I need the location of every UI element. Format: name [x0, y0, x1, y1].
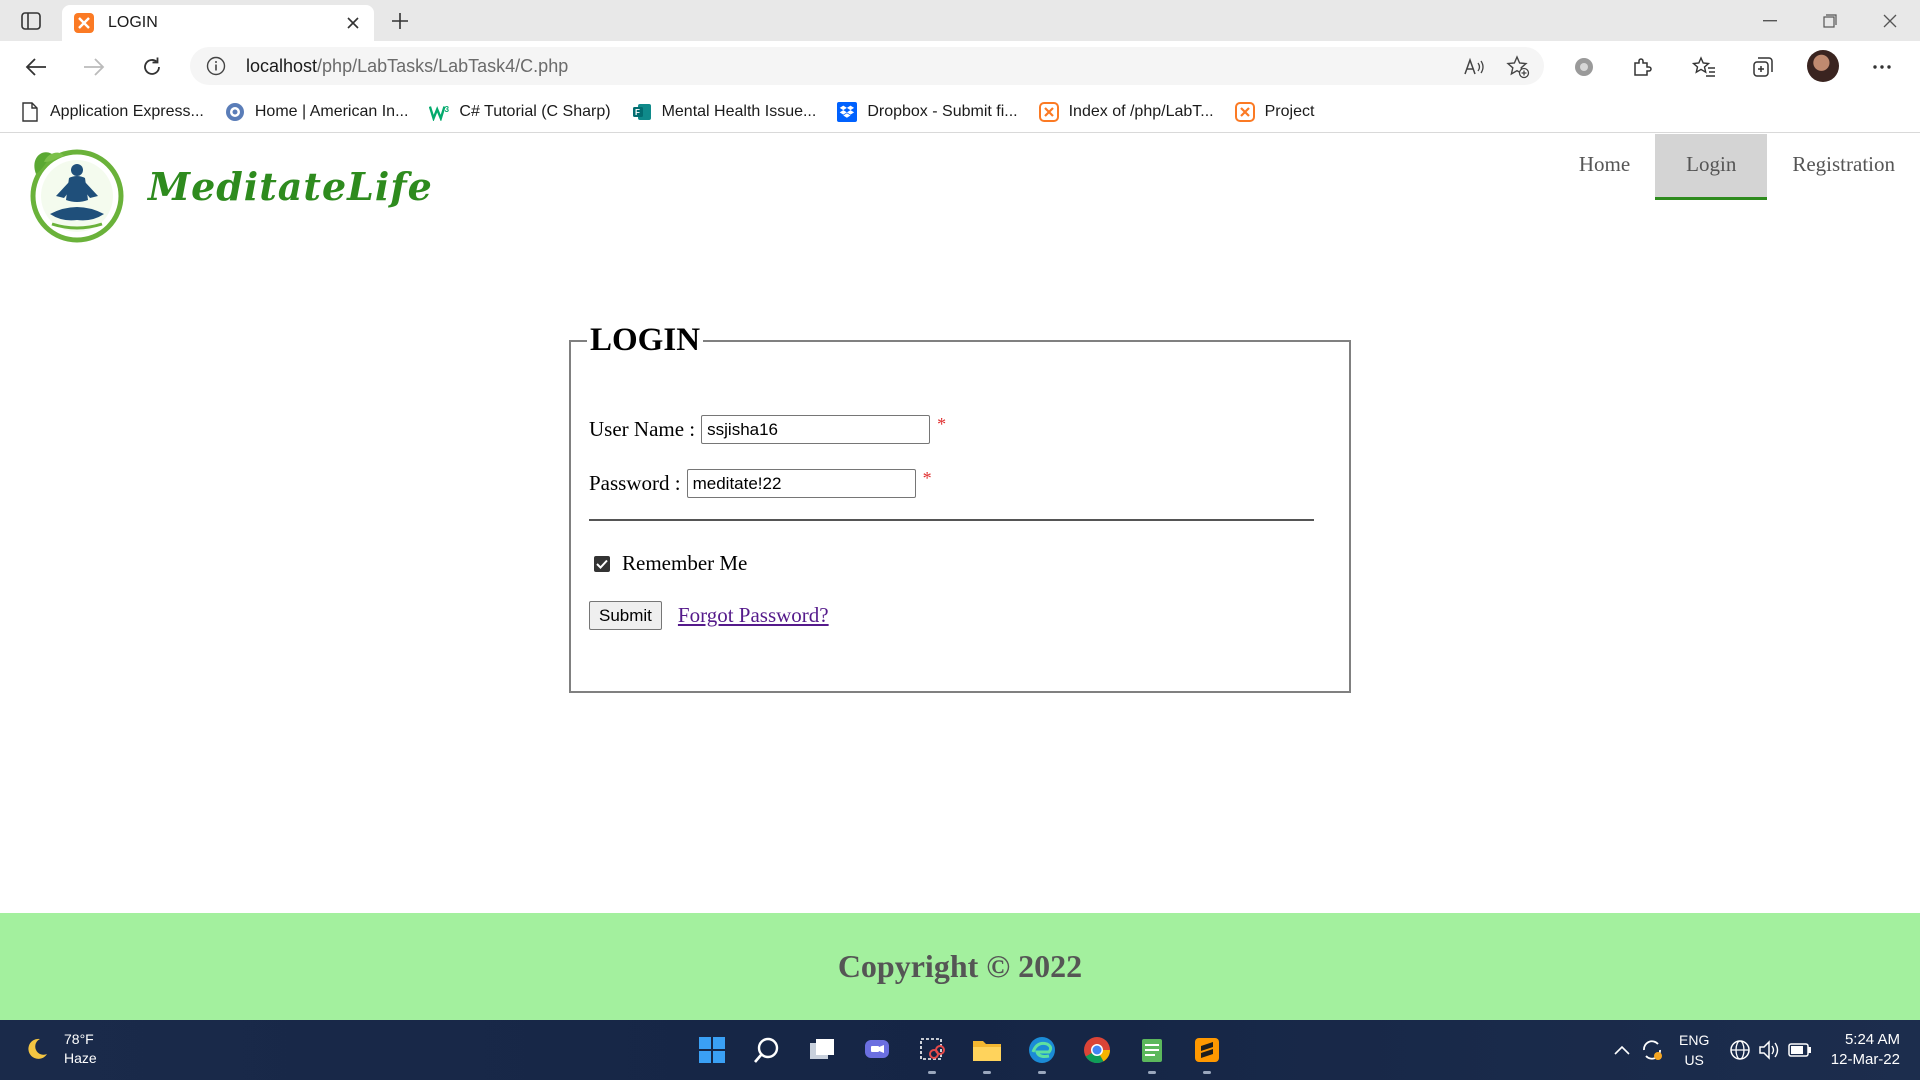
refresh-icon[interactable] [138, 53, 166, 81]
actions-row: Submit Forgot Password? [589, 601, 829, 630]
forward-icon[interactable] [80, 53, 108, 81]
remember-checkbox[interactable] [594, 555, 610, 572]
forms-icon: F [632, 102, 652, 122]
edge-icon[interactable] [1026, 1034, 1058, 1074]
chrome-icon[interactable] [1081, 1034, 1113, 1066]
site-info-icon[interactable] [206, 56, 226, 76]
url-text[interactable]: localhost/php/LabTasks/LabTask4/C.php [246, 56, 568, 77]
nav-registration[interactable]: Registration [1767, 134, 1920, 200]
bookmarks-bar: Application Express... Home | American I… [0, 91, 1920, 133]
task-view-icon[interactable] [806, 1034, 838, 1066]
weather-widget[interactable]: 78°F Haze [24, 1030, 97, 1068]
password-row: Password : * [589, 468, 932, 498]
remember-label: Remember Me [622, 551, 748, 575]
moon-icon [28, 1038, 47, 1059]
password-label: Password : [589, 471, 681, 495]
checkmark-icon [596, 559, 608, 569]
battery-icon[interactable] [1784, 1034, 1816, 1066]
new-tab-icon[interactable] [386, 9, 414, 33]
close-tab-icon[interactable] [344, 14, 362, 32]
remember-row: Remember Me [589, 551, 747, 576]
browser-tab-active[interactable]: LOGIN [62, 5, 374, 41]
bookmark-item[interactable]: Home | American In... [225, 102, 408, 122]
back-icon[interactable] [22, 53, 50, 81]
tracking-prevention-icon[interactable] [1570, 53, 1598, 81]
show-hidden-icons-icon[interactable] [1606, 1034, 1638, 1066]
bookmark-item[interactable]: Application Express... [20, 101, 204, 122]
notepad-icon[interactable] [1136, 1034, 1168, 1074]
sync-icon[interactable] [1636, 1034, 1668, 1066]
submit-button[interactable]: Submit [589, 601, 662, 630]
page-icon [20, 101, 40, 122]
volume-icon[interactable] [1754, 1034, 1786, 1066]
brand-name: MeditateLife [148, 164, 433, 209]
add-favorite-icon[interactable] [1506, 55, 1530, 79]
weather-desc: Haze [64, 1050, 97, 1066]
extensions-icon[interactable] [1628, 53, 1656, 81]
weather-temp: 78°F [64, 1031, 94, 1047]
nav-login[interactable]: Login [1655, 134, 1768, 200]
bookmark-item[interactable]: Index of /php/LabT... [1038, 101, 1214, 122]
required-marker: * [922, 468, 932, 488]
file-explorer-icon[interactable] [971, 1034, 1003, 1074]
start-icon[interactable] [696, 1034, 728, 1066]
tab-title: LOGIN [108, 14, 158, 31]
sublime-text-icon[interactable] [1191, 1034, 1223, 1074]
bookmark-item[interactable]: F Mental Health Issue... [632, 102, 816, 122]
search-icon[interactable] [751, 1034, 783, 1066]
clock-date: 12-Mar-22 [1830, 1051, 1900, 1068]
bookmark-item[interactable]: Dropbox - Submit fi... [837, 101, 1018, 122]
snipping-tool-icon[interactable] [916, 1034, 948, 1074]
copyright-text: Copyright © 2022 [837, 948, 1083, 984]
page-footer: Copyright © 2022 [0, 913, 1920, 1020]
language-indicator[interactable]: ENG US [1679, 1030, 1709, 1070]
web-page: MeditateLife Home Login Registration LOG… [0, 134, 1920, 1020]
minimize-icon[interactable] [1740, 0, 1800, 41]
username-label: User Name : [589, 417, 696, 441]
xampp-icon [74, 13, 94, 33]
collections-icon[interactable] [1749, 53, 1777, 81]
bookmark-item[interactable]: 3 C# Tutorial (C Sharp) [429, 102, 611, 122]
password-input[interactable] [686, 469, 916, 498]
browser-tab-strip: LOGIN [0, 0, 1920, 41]
w3schools-icon: 3 [429, 102, 449, 122]
divider [589, 519, 1314, 521]
address-bar-row: localhost/php/LabTasks/LabTask4/C.php [0, 41, 1920, 91]
svg-text:3: 3 [445, 105, 450, 114]
bookmark-item[interactable]: Project [1234, 101, 1314, 122]
globe-icon [225, 102, 245, 122]
xampp-icon [1234, 101, 1255, 122]
favorites-icon[interactable] [1690, 53, 1718, 81]
tab-actions-icon[interactable] [16, 9, 46, 33]
restore-icon[interactable] [1800, 0, 1860, 41]
meditation-logo-icon [30, 149, 124, 243]
chat-icon[interactable] [861, 1034, 893, 1066]
window-close-icon[interactable] [1860, 0, 1920, 41]
username-row: User Name : * [589, 414, 947, 444]
nav-home[interactable]: Home [1554, 134, 1655, 200]
login-legend: LOGIN [590, 322, 701, 358]
address-bar[interactable]: localhost/php/LabTasks/LabTask4/C.php [190, 47, 1544, 85]
required-marker: * [937, 414, 947, 434]
dropbox-icon [837, 101, 858, 122]
profile-avatar[interactable] [1807, 50, 1839, 82]
xampp-icon [1038, 101, 1059, 122]
more-options-icon[interactable] [1868, 53, 1896, 81]
taskbar: 78°F Haze ENG US 5:24 AM 12-Mar-22 [0, 1020, 1920, 1080]
read-aloud-icon[interactable] [1462, 55, 1486, 79]
username-input[interactable] [701, 415, 931, 444]
main-nav: Home Login Registration [1554, 134, 1920, 200]
network-icon[interactable] [1724, 1034, 1756, 1066]
clock-time: 5:24 AM [1844, 1031, 1900, 1048]
svg-text:F: F [635, 108, 640, 117]
forgot-password-link[interactable]: Forgot Password? [678, 603, 829, 628]
clock[interactable]: 5:24 AM 12-Mar-22 [1831, 1030, 1900, 1070]
login-form: LOGIN User Name : * Password : * Remembe… [569, 322, 1351, 693]
